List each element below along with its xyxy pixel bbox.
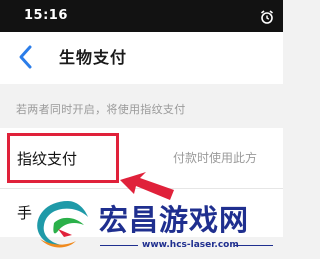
status-bar: 15:16	[0, 0, 283, 32]
watermark-logo-icon	[37, 201, 88, 248]
status-time: 15:16	[24, 8, 68, 23]
fingerprint-pay-description: 付款时使用此方	[173, 151, 258, 165]
watermark-line-right	[235, 245, 273, 246]
watermark-line-left	[100, 245, 138, 246]
hint-section: 若两者同时开启，将使用指纹支付	[0, 84, 283, 128]
header-bar: 生物支付	[0, 32, 283, 84]
watermark-url: www.hcs-laser.com	[142, 240, 239, 250]
alarm-icon	[261, 10, 273, 24]
watermark-title: 宏昌游戏网	[99, 203, 250, 237]
hint-text: 若两者同时开启，将使用指纹支付	[16, 103, 186, 116]
page-title: 生物支付	[59, 48, 128, 67]
highlight-box	[7, 133, 119, 183]
chevron-left-icon[interactable]	[16, 44, 34, 70]
